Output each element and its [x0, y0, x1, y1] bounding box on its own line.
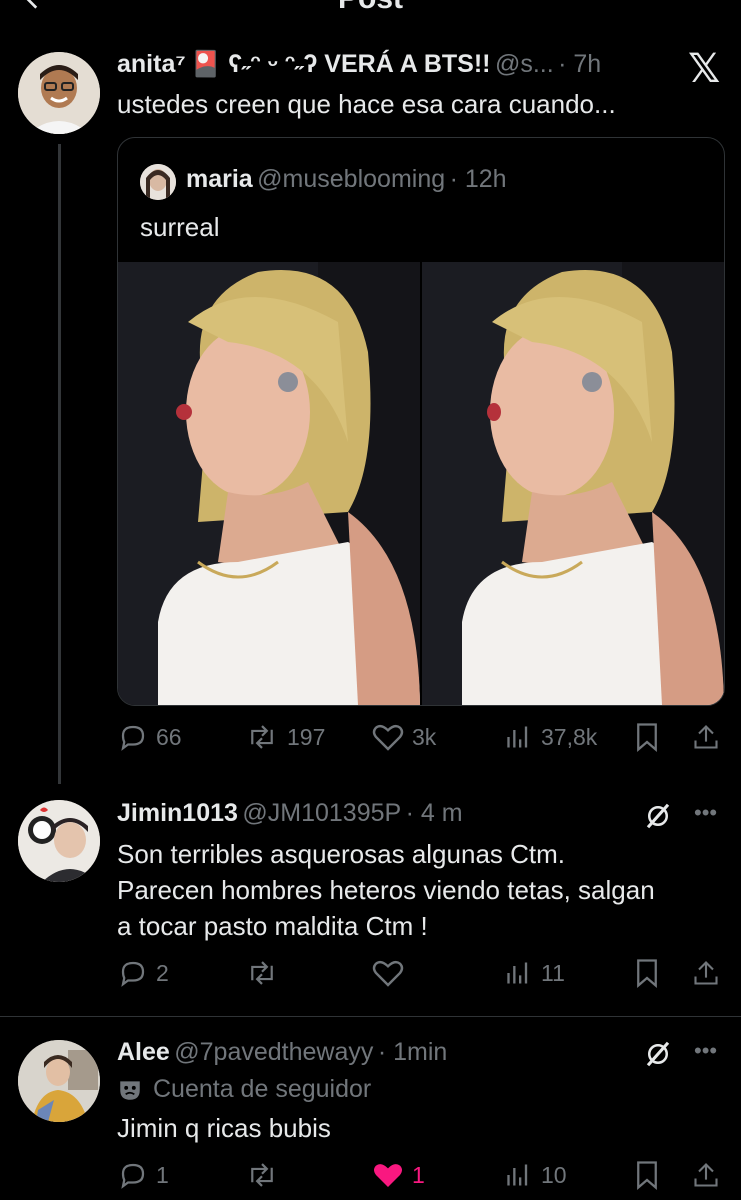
theater-mask-icon [120, 1080, 140, 1100]
heart-icon [372, 724, 404, 751]
repost-count: 197 [287, 723, 326, 750]
reply-button[interactable]: 2 [118, 958, 169, 988]
repost-icon [251, 961, 273, 985]
thread-line [58, 144, 61, 784]
bookmark-icon[interactable] [634, 722, 660, 752]
author-handle[interactable]: @JM101395P [242, 799, 401, 827]
author-name[interactable]: anita⁷ [117, 50, 186, 78]
quote-photo-right[interactable] [422, 262, 724, 705]
heart-icon [372, 960, 404, 987]
repost-icon [251, 725, 273, 749]
author-name[interactable]: Jimin1013 [117, 799, 238, 827]
quote-author-name: maria [186, 165, 253, 193]
follower-label: Cuenta de seguidor [153, 1075, 372, 1103]
quote-time: · 12h [449, 165, 507, 193]
like-count: 1 [412, 1161, 425, 1188]
post-time[interactable]: · 1min [378, 1038, 447, 1066]
divider [0, 1016, 741, 1017]
share-icon[interactable] [692, 722, 720, 752]
views-icon [507, 1164, 528, 1186]
avatar[interactable] [18, 1040, 100, 1122]
share-icon[interactable] [692, 1160, 720, 1190]
repost-button[interactable] [245, 1160, 279, 1190]
post-time[interactable]: · 7h [558, 50, 601, 78]
reply-icon [121, 725, 145, 751]
author-handle[interactable]: @s... [495, 50, 554, 78]
author-handle[interactable]: @7pavedthewayy [174, 1038, 373, 1066]
reply-icon [121, 1163, 145, 1189]
repost-button[interactable] [245, 958, 279, 988]
like-count: 3k [412, 723, 437, 750]
bookmark-icon[interactable] [634, 958, 660, 988]
reply-count: 2 [156, 959, 169, 986]
reply-text-line: Son terribles asquerosas algunas Ctm. [117, 839, 566, 869]
views-count: 11 [541, 959, 565, 986]
more-options-icon[interactable]: ••• [675, 0, 713, 14]
page-title: Post [0, 0, 741, 16]
like-button[interactable]: 1 [372, 1160, 425, 1190]
like-button[interactable]: 3k [372, 722, 436, 752]
views-count: 10 [541, 1161, 567, 1188]
repost-icon [251, 1163, 273, 1187]
grok-icon[interactable] [643, 1039, 673, 1069]
avatar[interactable] [18, 800, 100, 882]
avatar[interactable] [18, 52, 100, 134]
views-count: 37,8k [541, 723, 598, 750]
repost-button[interactable]: 197 [245, 722, 325, 752]
like-button[interactable] [372, 958, 404, 988]
post-text: ustedes creen que hace esa cara cuando..… [117, 89, 616, 119]
quote-avatar [140, 164, 176, 200]
heart-filled-icon [374, 1164, 402, 1187]
reply-count: 66 [156, 723, 182, 750]
author-display-badges: 🎴 ʕ˶ᵔ ᵕ ᵔ˶ʔ VERÁ A BTS!! [190, 50, 491, 78]
views-icon [507, 962, 528, 984]
reply-text: Jimin q ricas bubis [117, 1113, 331, 1143]
reply-button[interactable]: 66 [118, 722, 182, 752]
more-options-icon[interactable]: ••• [694, 1038, 717, 1064]
reply-count: 1 [156, 1161, 169, 1188]
bookmark-icon[interactable] [634, 1160, 660, 1190]
quote-photo-left[interactable] [118, 262, 420, 705]
views-icon [507, 726, 528, 748]
reply-button[interactable]: 1 [118, 1160, 169, 1190]
quoted-post[interactable]: maria @museblooming · 12h surreal [117, 137, 725, 706]
post-time[interactable]: · 4 m [406, 799, 463, 827]
quote-author-handle: @museblooming [257, 165, 446, 193]
views-button[interactable]: 10 [505, 1160, 567, 1190]
share-icon[interactable] [692, 958, 720, 988]
author-name[interactable]: Alee [117, 1038, 170, 1066]
more-options-icon[interactable]: ••• [694, 800, 717, 826]
views-button[interactable]: 11 [505, 958, 565, 988]
views-button[interactable]: 37,8k [505, 722, 597, 752]
grok-icon[interactable] [643, 801, 673, 831]
reply-text-line: a tocar pasto maldita Ctm ! [117, 911, 428, 941]
x-logo-icon: 𝕏 [688, 47, 721, 91]
reply-icon [121, 961, 145, 987]
reply-text-line: Parecen hombres heteros viendo tetas, sa… [117, 875, 655, 905]
quote-text: surreal [140, 212, 220, 242]
